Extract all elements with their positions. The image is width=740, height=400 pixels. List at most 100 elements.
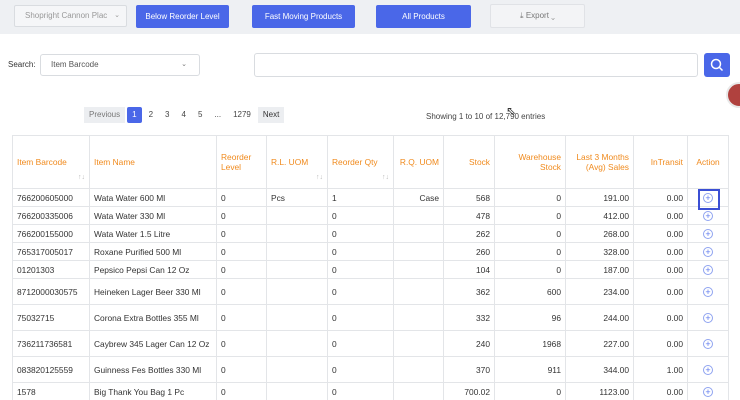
- chevron-down-icon: ⌄: [181, 61, 187, 68]
- search-button[interactable]: [704, 53, 730, 77]
- action-cell: +: [687, 242, 729, 261]
- header-reorder-qty[interactable]: Reorder Qty ↑↓: [327, 135, 394, 189]
- table-row: 083820125559 Guinness Fes Bottles 330 Ml 0…: [12, 356, 729, 383]
- table-cell: 0: [216, 188, 267, 207]
- table-cell: 736211736581: [12, 330, 90, 357]
- table-cell: 0: [216, 356, 267, 383]
- chevron-down-icon: ⌄: [114, 12, 120, 19]
- header-label: R.L. UOM: [271, 157, 309, 167]
- header-reorder-level[interactable]: Reorder Level: [216, 135, 267, 189]
- header-intransit[interactable]: InTransit: [633, 135, 688, 189]
- page-button-last[interactable]: 1279: [228, 107, 256, 123]
- header-avg-sales[interactable]: Last 3 Months (Avg) Sales: [565, 135, 634, 189]
- header-stock[interactable]: Stock: [443, 135, 495, 189]
- page-button-1[interactable]: 1: [127, 107, 142, 123]
- table-cell: Pepsico Pepsi Can 12 Oz: [89, 260, 217, 279]
- table-row: 765317005017 Roxane Purified 500 Ml 0 0 260 0…: [12, 242, 729, 261]
- add-circle-icon[interactable]: +: [703, 364, 713, 375]
- add-circle-icon[interactable]: +: [703, 386, 713, 397]
- table-cell: 96: [494, 304, 566, 331]
- table-cell: 0: [216, 260, 267, 279]
- header-label: Item Barcode: [17, 157, 67, 167]
- action-cell: +: [687, 304, 729, 331]
- table-cell: Wata Water 600 Ml: [89, 188, 217, 207]
- add-circle-icon[interactable]: +: [703, 210, 713, 221]
- table-cell: 0.00: [633, 206, 688, 225]
- table-cell: 328.00: [565, 242, 634, 261]
- table-cell: 0: [494, 224, 566, 243]
- next-page-button[interactable]: Next: [257, 107, 285, 123]
- previous-page-button[interactable]: Previous: [84, 107, 126, 123]
- table-cell: [393, 260, 444, 279]
- add-circle-icon[interactable]: +: [703, 228, 713, 239]
- table-cell: 766200335006: [12, 206, 90, 225]
- page-button-5[interactable]: 5: [193, 107, 207, 123]
- table-cell: [393, 224, 444, 243]
- table-cell: 0.00: [633, 260, 688, 279]
- table-cell: 0: [216, 330, 267, 357]
- pagination: Previous 1 2 3 4 5 ... 1279 Next: [84, 107, 285, 123]
- add-circle-icon[interactable]: +: [703, 338, 713, 349]
- page-button-2[interactable]: 2: [144, 107, 158, 123]
- header-item-name[interactable]: Item Name: [89, 135, 217, 189]
- table-cell: 0.00: [633, 278, 688, 305]
- table-cell: 478: [443, 206, 495, 225]
- add-circle-icon[interactable]: +: [703, 246, 713, 257]
- table-cell: [393, 356, 444, 383]
- table-row: 766200155000 Wata Water 1.5 Litre 0 0 262 0 26…: [12, 224, 729, 243]
- table-cell: Corona Extra Bottles 355 Ml: [89, 304, 217, 331]
- fast-moving-products-button[interactable]: Fast Moving Products: [252, 5, 355, 28]
- table-cell: [393, 206, 444, 225]
- table-row: 01201303 Pepsico Pepsi Can 12 Oz 0 0 104 0 187…: [12, 260, 729, 279]
- table-cell: 0.00: [633, 330, 688, 357]
- all-products-button[interactable]: All Products: [376, 5, 471, 28]
- table-cell: 0.00: [633, 242, 688, 261]
- table-cell: 0: [327, 206, 394, 225]
- table-cell: 600: [494, 278, 566, 305]
- avatar[interactable]: [726, 82, 740, 108]
- search-input[interactable]: [254, 53, 698, 77]
- download-icon: ⤓: [520, 11, 524, 20]
- table-cell: Heineken Lager Beer 330 Ml: [89, 278, 217, 305]
- table-cell: 0: [327, 382, 394, 400]
- sort-icon: ↑↓: [78, 174, 85, 181]
- entries-info: Showing 1 to 10 of 12,790 entries: [426, 112, 546, 121]
- add-circle-icon[interactable]: +: [703, 312, 713, 323]
- page-button-4[interactable]: 4: [176, 107, 190, 123]
- table-cell: 0: [327, 304, 394, 331]
- table-cell: 268.00: [565, 224, 634, 243]
- table-cell: 8712000030575: [12, 278, 90, 305]
- below-reorder-level-button[interactable]: Below Reorder Level: [136, 5, 229, 28]
- search-field-select[interactable]: Item Barcode ⌄: [40, 54, 200, 76]
- table-cell: 244.00: [565, 304, 634, 331]
- table-cell: 0: [494, 188, 566, 207]
- table-cell: 0: [327, 330, 394, 357]
- header-action: Action: [687, 135, 729, 189]
- add-circle-icon[interactable]: +: [703, 264, 713, 275]
- sort-icon: ↑↓: [316, 174, 323, 181]
- sort-icon: ↑↓: [382, 174, 389, 181]
- export-button[interactable]: ⤓ Export ⌄: [490, 4, 585, 28]
- table-cell: 0.00: [633, 188, 688, 207]
- table-cell: 0: [327, 278, 394, 305]
- table-cell: [393, 242, 444, 261]
- table-cell: 0: [216, 382, 267, 400]
- add-circle-icon[interactable]: +: [703, 286, 713, 297]
- table-cell: 0.00: [633, 224, 688, 243]
- table-cell: 083820125559: [12, 356, 90, 383]
- table-cell: 260: [443, 242, 495, 261]
- table-cell: 766200155000: [12, 224, 90, 243]
- table-cell: [393, 382, 444, 400]
- table-row: 766200605000 Wata Water 600 Ml 0 Pcs 1 Case 56…: [12, 188, 729, 207]
- header-item-barcode[interactable]: Item Barcode ↑↓: [12, 135, 90, 189]
- table-cell: [266, 304, 328, 331]
- table-cell: Big Thank You Bag 1 Pc: [89, 382, 217, 400]
- header-rq-uom[interactable]: R.Q. UOM: [393, 135, 444, 189]
- header-warehouse-stock[interactable]: Warehouse Stock: [494, 135, 566, 189]
- search-icon: [710, 58, 724, 72]
- table-cell: 766200605000: [12, 188, 90, 207]
- page-button-3[interactable]: 3: [160, 107, 174, 123]
- store-select[interactable]: Shopright Cannon Plac ⌄: [14, 5, 127, 27]
- table-cell: 0.00: [633, 382, 688, 400]
- header-rl-uom[interactable]: R.L. UOM ↑↓: [266, 135, 328, 189]
